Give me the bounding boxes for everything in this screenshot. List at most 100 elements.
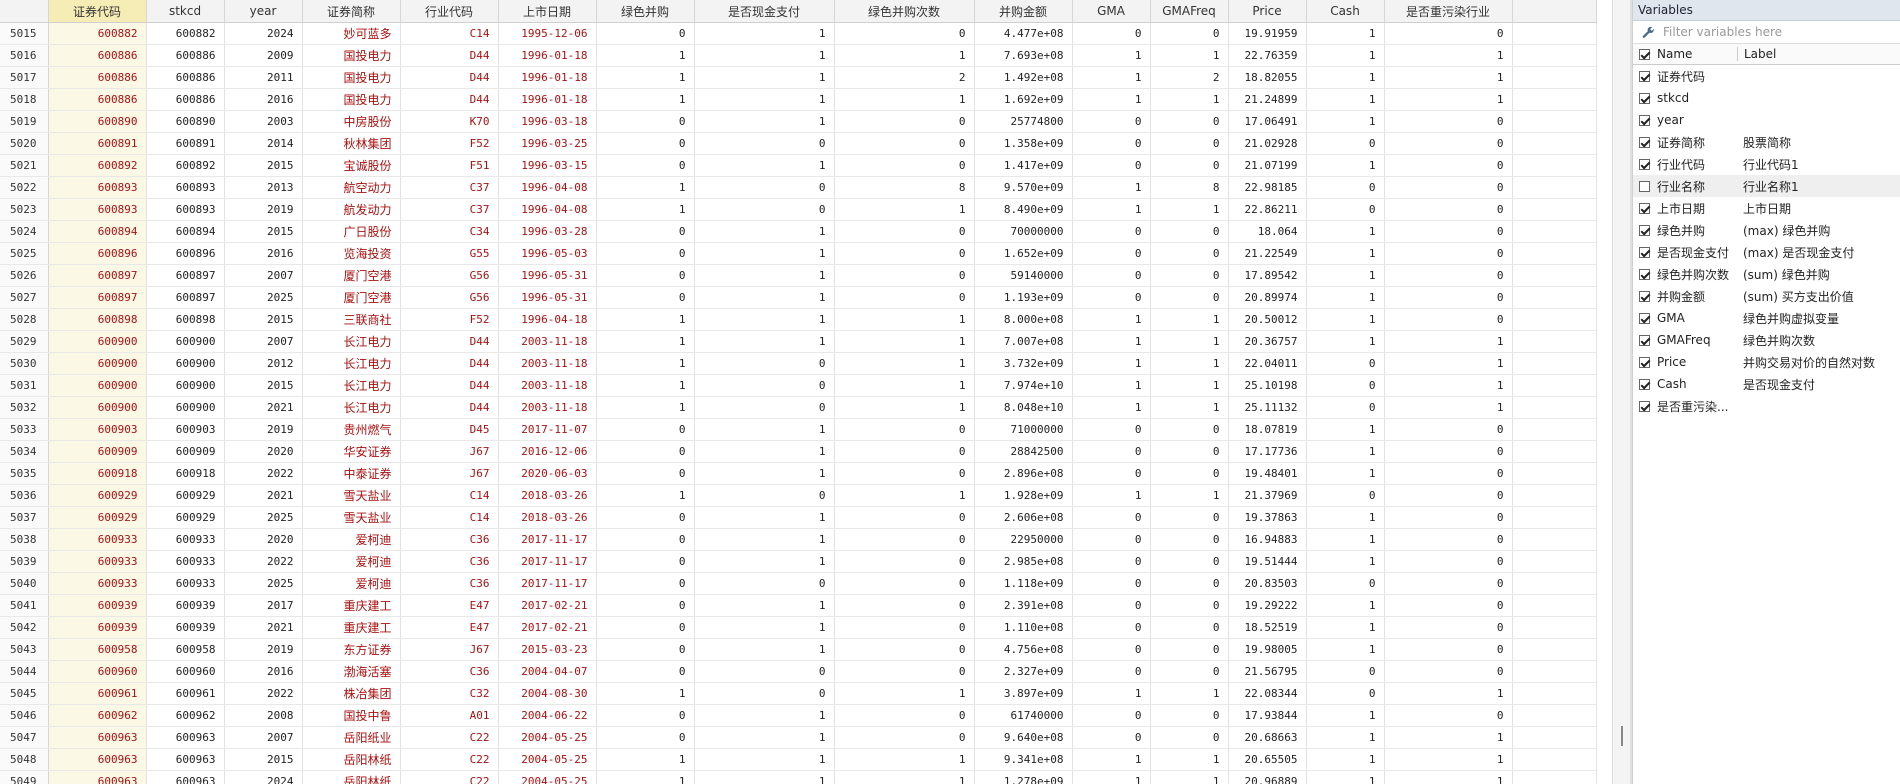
table-row[interactable]: 5016 600886 600886 2009 国投电力 D44 1996-01-18 1 1 1…: [0, 44, 1597, 67]
table-cell[interactable]: 1: [1072, 66, 1151, 89]
table-cell[interactable]: 20.36757: [1228, 330, 1307, 353]
table-cell[interactable]: 0: [1072, 506, 1151, 529]
variable-checkbox[interactable]: [1639, 114, 1650, 126]
table-cell[interactable]: 长江电力: [302, 330, 401, 353]
table-cell[interactable]: 600886: [48, 44, 147, 67]
table-cell[interactable]: 厦门空港: [302, 286, 401, 309]
table-cell[interactable]: 0: [694, 660, 835, 683]
table-cell[interactable]: 株冶集团: [302, 682, 401, 705]
table-cell[interactable]: 1: [834, 88, 975, 111]
table-cell[interactable]: 600896: [48, 242, 147, 265]
table-cell[interactable]: 宝诚股份: [302, 154, 401, 177]
table-cell[interactable]: 21.24899: [1228, 88, 1307, 111]
table-cell[interactable]: 0: [1384, 154, 1513, 177]
table-cell[interactable]: 2025: [224, 572, 303, 595]
table-cell[interactable]: 0: [1150, 418, 1229, 441]
table-cell[interactable]: 600929: [146, 506, 225, 529]
table-cell[interactable]: 广日股份: [302, 220, 401, 243]
table-cell[interactable]: 20.89974: [1228, 286, 1307, 309]
table-cell[interactable]: 0: [596, 704, 695, 727]
table-cell[interactable]: C36: [400, 550, 499, 573]
table-cell[interactable]: 1: [1150, 44, 1229, 67]
table-cell[interactable]: 2016: [224, 88, 303, 111]
table-cell[interactable]: 1: [1306, 66, 1385, 89]
row-number[interactable]: 5018: [0, 88, 49, 111]
table-cell[interactable]: 1: [1306, 22, 1385, 45]
table-cell[interactable]: 2020: [224, 440, 303, 463]
table-cell[interactable]: 600963: [146, 748, 225, 771]
table-cell[interactable]: 0: [1384, 528, 1513, 551]
row-number[interactable]: 5020: [0, 132, 49, 155]
table-cell[interactable]: 华安证券: [302, 440, 401, 463]
table-cell[interactable]: 0: [596, 242, 695, 265]
table-cell[interactable]: 17.93844: [1228, 704, 1307, 727]
row-number[interactable]: 5022: [0, 176, 49, 199]
table-cell[interactable]: 600963: [48, 770, 147, 784]
table-cell[interactable]: 600900: [48, 374, 147, 397]
table-row[interactable]: 5036 600929 600929 2021 雪天盐业 C14 2018-03-26 1 0 1…: [0, 484, 1597, 507]
table-cell[interactable]: 600894: [146, 220, 225, 243]
table-cell[interactable]: 2: [1150, 66, 1229, 89]
table-cell[interactable]: 25774800: [974, 110, 1073, 133]
table-cell[interactable]: 0: [1072, 462, 1151, 485]
table-cell[interactable]: 17.17736: [1228, 440, 1307, 463]
row-number[interactable]: 5040: [0, 572, 49, 595]
table-cell[interactable]: 1: [596, 198, 695, 221]
table-cell[interactable]: 航发动力: [302, 198, 401, 221]
table-cell[interactable]: 21.07199: [1228, 154, 1307, 177]
table-cell[interactable]: 9.570e+09: [974, 176, 1073, 199]
table-cell[interactable]: 22.08344: [1228, 682, 1307, 705]
table-cell[interactable]: 2020-06-03: [498, 462, 597, 485]
table-cell[interactable]: C37: [400, 176, 499, 199]
variable-checkbox[interactable]: [1639, 136, 1650, 148]
row-number[interactable]: 5046: [0, 704, 49, 727]
table-cell[interactable]: 1: [1384, 88, 1513, 111]
table-cell[interactable]: 妙可蓝多: [302, 22, 401, 45]
table-cell[interactable]: 1: [1306, 440, 1385, 463]
table-cell[interactable]: 0: [834, 528, 975, 551]
table-cell[interactable]: 0: [1306, 682, 1385, 705]
table-row[interactable]: 5017 600886 600886 2011 国投电力 D44 1996-01-18 1 1 2…: [0, 66, 1597, 89]
table-cell[interactable]: E47: [400, 594, 499, 617]
table-cell[interactable]: 1: [1072, 748, 1151, 771]
table-row[interactable]: 5019 600890 600890 2003 中房股份 K70 1996-03-18 0 1 0…: [0, 110, 1597, 133]
name-column-header[interactable]: Name: [1657, 47, 1738, 61]
table-cell[interactable]: 0: [694, 682, 835, 705]
table-cell[interactable]: 1: [1150, 352, 1229, 375]
variable-row[interactable]: 绿色并购次数 (sum) 绿色并购: [1633, 263, 1900, 285]
table-row[interactable]: 5043 600958 600958 2019 东方证券 J67 2015-03-23 0 1 0…: [0, 638, 1597, 661]
variable-checkbox[interactable]: [1639, 70, 1650, 82]
table-cell[interactable]: 0: [1384, 484, 1513, 507]
table-cell[interactable]: 1: [834, 330, 975, 353]
table-cell[interactable]: 1: [1306, 110, 1385, 133]
table-cell[interactable]: 600960: [48, 660, 147, 683]
table-row[interactable]: 5042 600939 600939 2021 重庆建工 E47 2017-02-21 0 1 0…: [0, 616, 1597, 639]
table-cell[interactable]: 7.974e+10: [974, 374, 1073, 397]
table-cell[interactable]: 8: [1150, 176, 1229, 199]
table-cell[interactable]: 爱柯迪: [302, 550, 401, 573]
table-cell[interactable]: C37: [400, 198, 499, 221]
table-cell[interactable]: 2021: [224, 616, 303, 639]
table-cell[interactable]: 1.492e+08: [974, 66, 1073, 89]
table-row[interactable]: 5028 600898 600898 2015 三联商社 F52 1996-04-18 1 1 1…: [0, 308, 1597, 331]
table-cell[interactable]: 600890: [146, 110, 225, 133]
row-number[interactable]: 5031: [0, 374, 49, 397]
table-cell[interactable]: 19.51444: [1228, 550, 1307, 573]
table-cell[interactable]: 0: [1150, 616, 1229, 639]
table-cell[interactable]: 600962: [48, 704, 147, 727]
table-cell[interactable]: 爱柯迪: [302, 572, 401, 595]
row-number[interactable]: 5030: [0, 352, 49, 375]
variable-row[interactable]: stkcd: [1633, 87, 1900, 109]
table-cell[interactable]: 国投电力: [302, 44, 401, 67]
table-cell[interactable]: 1: [1150, 198, 1229, 221]
table-cell[interactable]: 0: [1306, 374, 1385, 397]
table-cell[interactable]: 2004-05-25: [498, 770, 597, 784]
table-cell[interactable]: 2016-12-06: [498, 440, 597, 463]
row-number[interactable]: 5016: [0, 44, 49, 67]
table-cell[interactable]: 1: [1306, 528, 1385, 551]
table-cell[interactable]: 1: [1306, 550, 1385, 573]
table-cell[interactable]: 19.98005: [1228, 638, 1307, 661]
row-number[interactable]: 5027: [0, 286, 49, 309]
table-cell[interactable]: 1: [1072, 352, 1151, 375]
table-cell[interactable]: 600898: [48, 308, 147, 331]
